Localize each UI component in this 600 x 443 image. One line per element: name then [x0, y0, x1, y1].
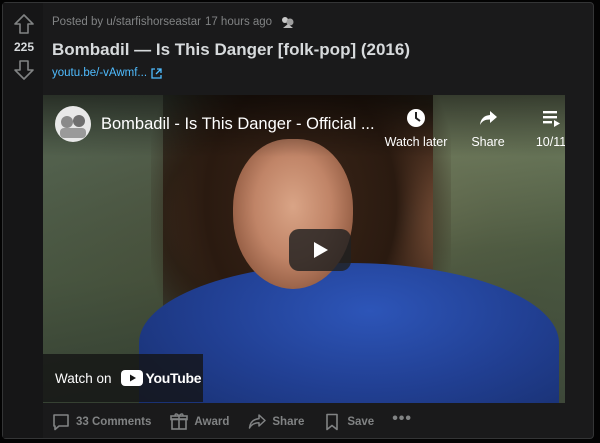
bookmark-icon [326, 413, 339, 431]
post-card[interactable]: 225 Posted by u/starfishorseastar 17 hou… [2, 2, 594, 439]
vote-column: 225 [3, 3, 43, 438]
share-label: Share [272, 416, 305, 428]
external-link-icon[interactable] [151, 67, 162, 79]
save-button[interactable]: Save [322, 412, 374, 432]
upvote-icon[interactable] [13, 13, 35, 35]
post-actions-bar: 33 Comments Award Share Save ••• [51, 409, 430, 435]
page-edge [596, 0, 600, 443]
award-badge-icon [282, 17, 294, 28]
gift-icon [170, 413, 189, 430]
post-title[interactable]: Bombadil — Is This Danger [folk-pop] (20… [52, 40, 410, 60]
more-options-button[interactable]: ••• [392, 410, 412, 428]
award-label: Award [194, 416, 230, 428]
youtube-logo-icon [120, 370, 143, 386]
watch-later-label: Watch later [384, 135, 448, 149]
comments-button[interactable]: 33 Comments [51, 412, 151, 432]
external-link[interactable]: youtu.be/-vAwmf... [52, 67, 162, 79]
youtube-video-title[interactable]: Bombadil - Is This Danger - Official ... [101, 115, 381, 134]
youtube-share-label: Share [471, 135, 505, 149]
watch-on-youtube-button[interactable]: Watch on YouTube [43, 354, 203, 402]
channel-avatar[interactable] [55, 106, 91, 142]
posted-by-link[interactable]: Posted by u/starfishorseastar [52, 16, 201, 28]
clock-icon [407, 109, 425, 127]
youtube-wordmark: YouTube [145, 370, 202, 386]
play-button[interactable] [289, 229, 351, 271]
share-arrow-icon [480, 111, 497, 125]
youtube-embed[interactable]: Bombadil - Is This Danger - Official ...… [43, 95, 565, 403]
share-icon [249, 414, 267, 429]
youtube-logo: YouTube [120, 370, 202, 386]
post-time[interactable]: 17 hours ago [205, 16, 272, 28]
post-meta: Posted by u/starfishorseastar 17 hours a… [52, 15, 296, 29]
vote-count: 225 [13, 40, 35, 54]
comment-icon [53, 414, 69, 431]
watch-later-button[interactable]: Watch later [379, 107, 453, 149]
watch-on-label: Watch on [55, 370, 112, 386]
share-button[interactable]: Share [247, 412, 304, 432]
link-text[interactable]: youtu.be/-vAwmf... [52, 67, 147, 79]
playlist-button[interactable]: 10/11 [529, 107, 565, 149]
playlist-position: 10/11 [535, 135, 565, 149]
downvote-icon[interactable] [13, 59, 35, 81]
award-button[interactable]: Award [169, 412, 229, 432]
play-icon [314, 242, 328, 258]
youtube-share-button[interactable]: Share [465, 107, 511, 149]
playlist-icon [543, 111, 560, 127]
comments-label: 33 Comments [76, 416, 152, 428]
save-label: Save [347, 416, 375, 428]
